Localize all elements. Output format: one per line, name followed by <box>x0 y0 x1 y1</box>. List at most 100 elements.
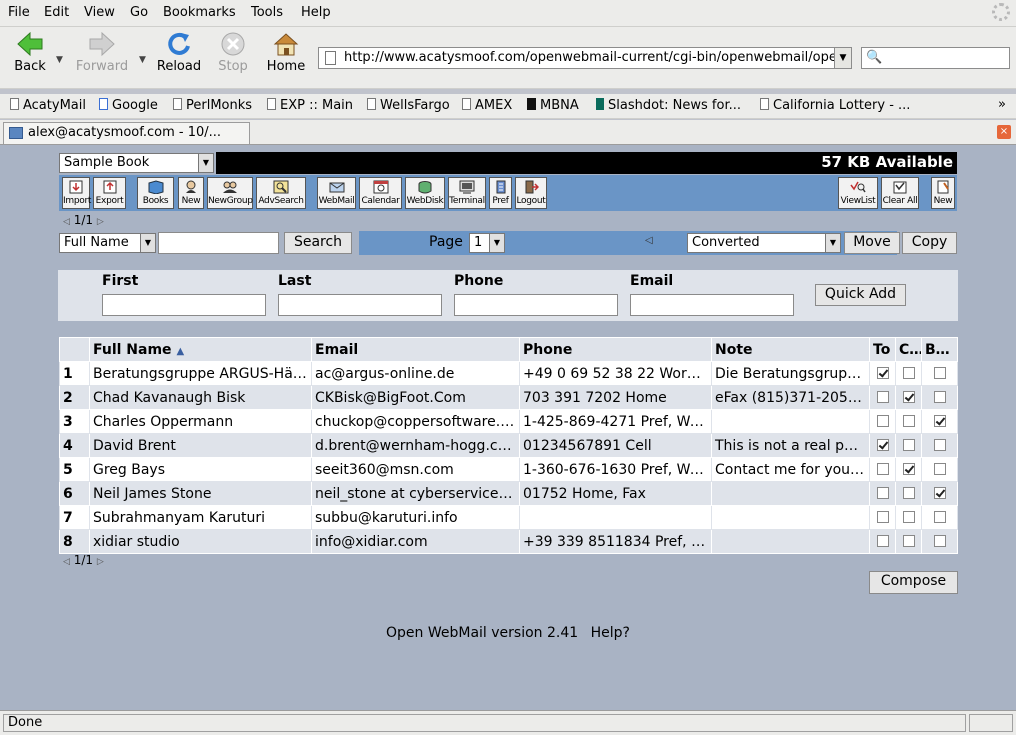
advsearch-button[interactable]: AdvSearch <box>256 177 306 209</box>
to-checkbox[interactable] <box>876 486 889 499</box>
menu-view[interactable]: View <box>84 5 115 20</box>
new-contact-button[interactable]: New <box>178 177 204 209</box>
bookmark-california-lottery[interactable]: California Lottery - ... <box>760 98 910 113</box>
bcc-checkbox[interactable] <box>933 486 946 499</box>
forward-button[interactable]: Forward <box>75 31 129 74</box>
bookmark-mbna[interactable]: MBNA <box>527 98 579 113</box>
contact-name-link[interactable]: David Brent <box>89 433 312 458</box>
bcc-checkbox[interactable] <box>933 510 946 523</box>
bookmark-slashdot[interactable]: Slashdot: News for... <box>596 98 741 113</box>
cc-checkbox[interactable] <box>902 510 915 523</box>
contact-name-link[interactable]: Chad Kavanaugh Bisk <box>89 385 312 410</box>
bookmarks-more-chevron-icon[interactable]: » <box>998 97 1006 112</box>
bcc-checkbox[interactable] <box>933 390 946 403</box>
menu-tools[interactable]: Tools <box>251 5 283 20</box>
contact-name-link[interactable]: Greg Bays <box>89 457 312 482</box>
menu-go[interactable]: Go <box>130 5 148 20</box>
to-checkbox[interactable] <box>876 534 889 547</box>
books-button[interactable]: Books <box>137 177 174 209</box>
webmail-button[interactable]: WebMail <box>317 177 356 209</box>
search-engine-icon[interactable]: 🔍 <box>866 50 882 65</box>
quickadd-email-input[interactable] <box>630 294 794 316</box>
calendar-button[interactable]: Calendar <box>359 177 402 209</box>
cc-checkbox[interactable] <box>902 390 915 403</box>
address-book-select[interactable]: Sample Book ▼ <box>59 153 214 173</box>
terminal-button[interactable]: Terminal <box>448 177 486 209</box>
col-note-header[interactable]: Note <box>711 337 870 362</box>
pref-button[interactable]: Pref <box>489 177 512 209</box>
bcc-checkbox[interactable] <box>933 534 946 547</box>
import-button[interactable]: Import <box>62 177 91 209</box>
url-history-dropdown-icon[interactable]: ▼ <box>834 48 851 68</box>
col-fullname-header[interactable]: Full Name ▲ <box>89 337 312 362</box>
search-button[interactable]: Search <box>284 232 352 254</box>
back-history-dropdown-icon[interactable]: ▼ <box>56 55 63 65</box>
url-text[interactable]: http://www.acatysmoof.com/openwebmail-cu… <box>344 50 834 65</box>
bookmark-wellsfargo[interactable]: WellsFargo <box>367 98 450 113</box>
viewlist-button[interactable]: ViewList <box>838 177 878 209</box>
web-search-box[interactable]: 🔍 <box>861 47 1010 69</box>
export-button[interactable]: Export <box>93 177 126 209</box>
next-page-icon[interactable]: ▷ <box>97 557 104 567</box>
bookmark-exp-main[interactable]: EXP :: Main <box>267 98 353 113</box>
contact-name-link[interactable]: Charles Oppermann <box>89 409 312 434</box>
to-checkbox[interactable] <box>876 366 889 379</box>
bcc-checkbox[interactable] <box>933 366 946 379</box>
prev-page-icon[interactable]: ◁ <box>63 557 70 567</box>
stop-button[interactable]: Stop <box>214 31 252 74</box>
cc-checkbox[interactable] <box>902 438 915 451</box>
close-tab-icon[interactable]: × <box>997 125 1011 139</box>
to-checkbox[interactable] <box>876 438 889 451</box>
prev-folder-icon[interactable]: ◁ <box>645 235 653 246</box>
forward-history-dropdown-icon[interactable]: ▼ <box>139 55 146 65</box>
col-email-header[interactable]: Email <box>311 337 520 362</box>
menu-help[interactable]: Help <box>301 5 331 20</box>
move-button[interactable]: Move <box>844 232 900 254</box>
back-button[interactable]: Back <box>10 31 50 74</box>
menu-edit[interactable]: Edit <box>44 5 69 20</box>
contact-name-link[interactable]: xidiar studio <box>89 529 312 554</box>
bookmark-amex[interactable]: AMEX <box>462 98 512 113</box>
quickadd-last-input[interactable] <box>278 294 442 316</box>
menu-bookmarks[interactable]: Bookmarks <box>163 5 236 20</box>
bcc-checkbox[interactable] <box>933 414 946 427</box>
quick-add-button[interactable]: Quick Add <box>815 284 906 306</box>
contact-name-link[interactable]: Neil James Stone <box>89 481 312 506</box>
home-button[interactable]: Home <box>264 31 308 74</box>
new-group-button[interactable]: NewGroup <box>207 177 253 209</box>
bookmark-acatymail[interactable]: AcatyMail <box>10 98 86 113</box>
contact-name-link[interactable]: Beratungsgruppe ARGUS-Häußler <box>89 361 312 386</box>
quickadd-first-input[interactable] <box>102 294 266 316</box>
bcc-checkbox[interactable] <box>933 438 946 451</box>
compose-button[interactable]: Compose <box>869 571 958 594</box>
search-field-select[interactable]: Full Name ▼ <box>59 233 156 253</box>
page-select[interactable]: 1 ▼ <box>469 233 505 253</box>
new-message-button[interactable]: New <box>931 177 955 209</box>
menu-file[interactable]: File <box>8 5 30 20</box>
bookmark-google[interactable]: Google <box>99 98 158 113</box>
bcc-checkbox[interactable] <box>933 462 946 475</box>
help-link[interactable]: Help? <box>591 625 630 641</box>
cc-checkbox[interactable] <box>902 462 915 475</box>
to-checkbox[interactable] <box>876 414 889 427</box>
bookmark-perlmonks[interactable]: PerlMonks <box>173 98 252 113</box>
search-input[interactable] <box>158 232 279 254</box>
quickadd-phone-input[interactable] <box>454 294 618 316</box>
url-bar[interactable]: http://www.acatysmoof.com/openwebmail-cu… <box>318 47 852 69</box>
target-folder-select[interactable]: Converted ▼ <box>687 233 841 253</box>
copy-button[interactable]: Copy <box>902 232 957 254</box>
prev-page-icon[interactable]: ◁ <box>63 217 70 227</box>
cc-checkbox[interactable] <box>902 534 915 547</box>
next-page-icon[interactable]: ▷ <box>97 217 104 227</box>
col-phone-header[interactable]: Phone <box>519 337 712 362</box>
clear-all-button[interactable]: Clear All <box>881 177 919 209</box>
to-checkbox[interactable] <box>876 462 889 475</box>
cc-checkbox[interactable] <box>902 414 915 427</box>
webdisk-button[interactable]: WebDisk <box>405 177 445 209</box>
cc-checkbox[interactable] <box>902 366 915 379</box>
reload-button[interactable]: Reload <box>156 31 202 74</box>
to-checkbox[interactable] <box>876 390 889 403</box>
cc-checkbox[interactable] <box>902 486 915 499</box>
to-checkbox[interactable] <box>876 510 889 523</box>
logout-button[interactable]: Logout <box>515 177 547 209</box>
